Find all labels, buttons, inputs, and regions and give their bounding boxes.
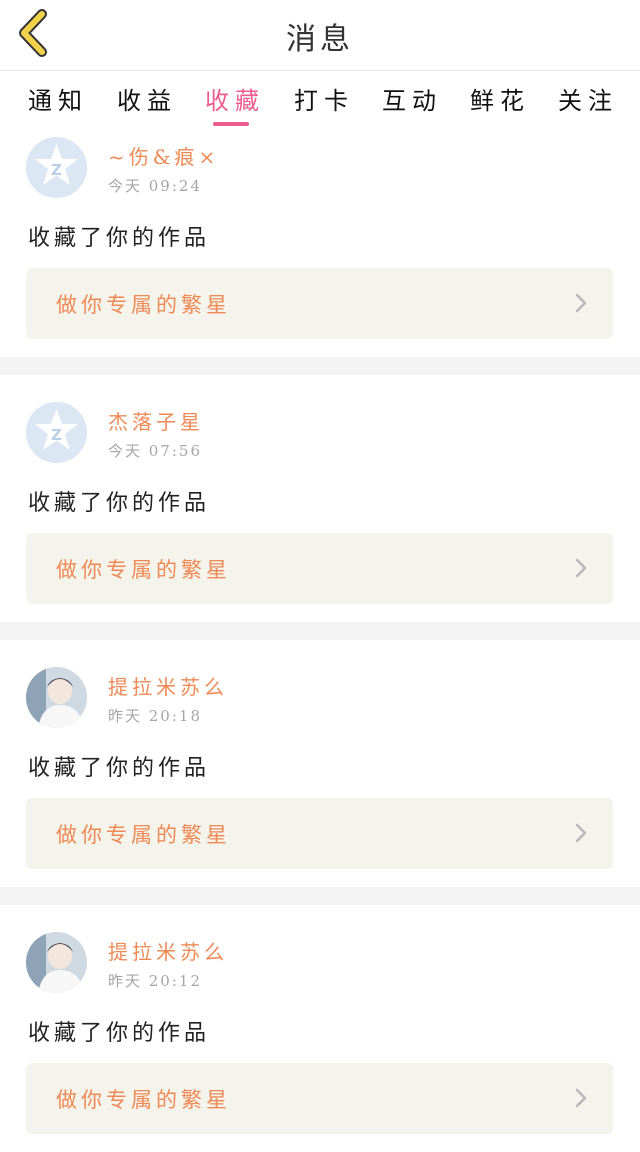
tab-flowers[interactable]: 鲜花 — [470, 81, 530, 116]
section-divider — [0, 887, 640, 905]
message-item: 提拉米苏么 昨天 20:12 收藏了你的作品 做你专属的繁星 — [0, 925, 640, 1152]
username[interactable]: 提拉米苏么 — [108, 671, 228, 700]
work-link-card[interactable]: 做你专属的繁星 — [26, 1063, 613, 1134]
timestamp: 今天 07:56 — [108, 442, 202, 460]
message-item: Z 杰落子星 今天 07:56 收藏了你的作品 做你专属的繁星 — [0, 395, 640, 622]
username[interactable]: 杰落子星 — [108, 406, 204, 435]
work-title: 做你专属的繁星 — [56, 558, 231, 582]
message-item: Z ~伤&痕× 今天 09:24 收藏了你的作品 做你专属的繁星 — [0, 130, 640, 357]
tab-earnings[interactable]: 收益 — [117, 81, 177, 116]
header-bar: 消息 — [0, 0, 640, 71]
work-title: 做你专属的繁星 — [56, 293, 231, 317]
action-text: 收藏了你的作品 — [28, 1021, 211, 1046]
qq-default-avatar-icon: Z — [26, 402, 87, 463]
work-link-card[interactable]: 做你专属的繁星 — [26, 798, 613, 869]
page-title: 消息 — [286, 22, 354, 57]
tab-favorites[interactable]: 收藏 — [205, 81, 265, 116]
svg-text:Z: Z — [51, 426, 62, 444]
work-title: 做你专属的繁星 — [56, 1088, 231, 1112]
timestamp: 今天 09:24 — [108, 177, 202, 195]
active-tab-indicator — [213, 122, 249, 126]
username[interactable]: ~伤&痕× — [108, 141, 219, 170]
chevron-right-icon — [575, 1088, 587, 1108]
tab-bar: 通知 收益 收藏 打卡 互动 鲜花 关注 — [0, 71, 640, 129]
timestamp: 昨天 20:18 — [108, 707, 202, 725]
timestamp: 昨天 20:12 — [108, 972, 202, 990]
avatar[interactable]: Z — [26, 137, 87, 198]
photo-avatar-icon — [26, 932, 87, 993]
avatar[interactable]: Z — [26, 402, 87, 463]
section-divider — [0, 622, 640, 640]
tab-follows[interactable]: 关注 — [558, 81, 618, 116]
username[interactable]: 提拉米苏么 — [108, 936, 228, 965]
action-text: 收藏了你的作品 — [28, 226, 211, 251]
svg-text:Z: Z — [51, 161, 62, 179]
message-item: 提拉米苏么 昨天 20:18 收藏了你的作品 做你专属的繁星 — [0, 660, 640, 887]
tab-checkin[interactable]: 打卡 — [294, 81, 354, 116]
avatar[interactable] — [26, 932, 87, 993]
qq-default-avatar-icon: Z — [26, 137, 87, 198]
action-text: 收藏了你的作品 — [28, 491, 211, 516]
chevron-right-icon — [575, 558, 587, 578]
chevron-right-icon — [575, 823, 587, 843]
work-link-card[interactable]: 做你专属的繁星 — [26, 268, 613, 339]
photo-avatar-icon — [26, 667, 87, 728]
avatar[interactable] — [26, 667, 87, 728]
work-link-card[interactable]: 做你专属的繁星 — [26, 533, 613, 604]
section-divider — [0, 357, 640, 375]
tab-notifications[interactable]: 通知 — [28, 81, 88, 116]
work-title: 做你专属的繁星 — [56, 823, 231, 847]
tab-interactions[interactable]: 互动 — [382, 81, 442, 116]
chevron-right-icon — [575, 293, 587, 313]
action-text: 收藏了你的作品 — [28, 756, 211, 781]
